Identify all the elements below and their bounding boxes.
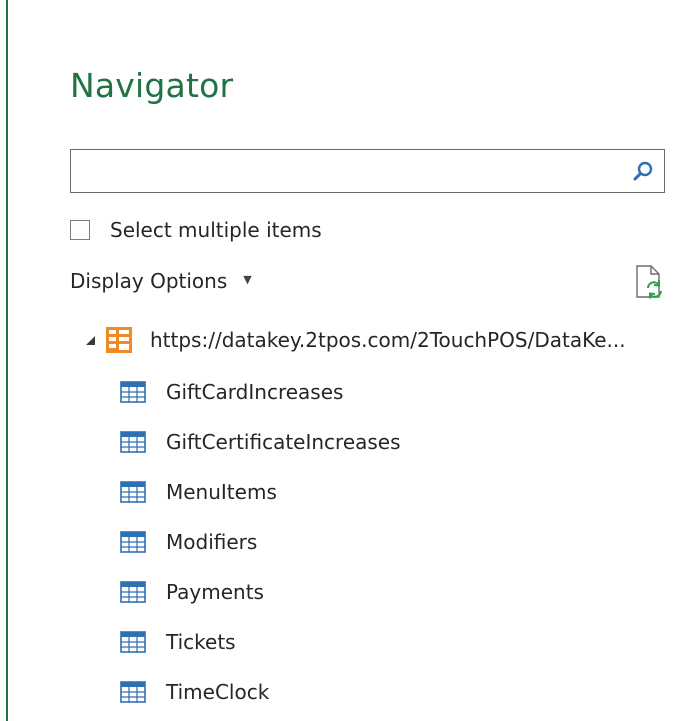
- display-options-label: Display Options: [70, 269, 228, 293]
- tree-root-node[interactable]: https://datakey.2tpos.com/2TouchPOS/Data…: [84, 322, 626, 358]
- search-box[interactable]: [70, 149, 665, 193]
- pane-border: [6, 0, 8, 721]
- tree-item-label: GiftCertificateIncreases: [166, 430, 401, 454]
- table-icon: [120, 631, 146, 653]
- tree-item-label: TimeClock: [166, 680, 270, 704]
- tree-item-label: Tickets: [166, 630, 236, 654]
- table-icon: [120, 681, 146, 703]
- tree-item-label: MenuItems: [166, 480, 277, 504]
- tree-item-tickets[interactable]: Tickets: [120, 627, 236, 657]
- select-multiple-row[interactable]: Select multiple items: [70, 218, 322, 242]
- select-multiple-checkbox[interactable]: [70, 220, 90, 240]
- tree-item-giftcardincreases[interactable]: GiftCardIncreases: [120, 377, 343, 407]
- tree-item-timeclock[interactable]: TimeClock: [120, 677, 269, 707]
- table-icon: [120, 531, 146, 553]
- expand-arrow-icon[interactable]: [84, 334, 96, 346]
- table-icon: [120, 431, 146, 453]
- tree-item-menuitems[interactable]: MenuItems: [120, 477, 277, 507]
- refresh-document-icon[interactable]: [634, 264, 664, 300]
- tree-item-giftcertificateincreases[interactable]: GiftCertificateIncreases: [120, 427, 401, 457]
- page-title: Navigator: [70, 66, 234, 105]
- caret-down-icon: ▼: [243, 272, 252, 286]
- search-icon[interactable]: [632, 160, 654, 182]
- tree-item-payments[interactable]: Payments: [120, 577, 264, 607]
- select-multiple-label: Select multiple items: [110, 218, 322, 242]
- table-icon: [120, 481, 146, 503]
- data-feed-icon: [106, 327, 132, 353]
- tree-item-label: Modifiers: [166, 530, 258, 554]
- table-icon: [120, 381, 146, 403]
- tree-item-label: GiftCardIncreases: [166, 380, 344, 404]
- tree-root-label: https://datakey.2tpos.com/2TouchPOS/Data…: [150, 328, 626, 352]
- tree-item-modifiers[interactable]: Modifiers: [120, 527, 257, 557]
- tree-item-label: Payments: [166, 580, 264, 604]
- display-options-dropdown[interactable]: Display Options ▼: [70, 269, 252, 293]
- table-icon: [120, 581, 146, 603]
- search-input[interactable]: [77, 156, 621, 188]
- navigator-window: Navigator Select multiple items Display …: [0, 0, 686, 721]
